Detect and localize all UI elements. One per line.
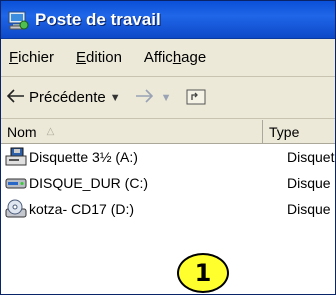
back-dropdown-icon[interactable]: ▼ — [110, 92, 121, 104]
back-label: Précédente — [29, 89, 106, 106]
sort-ascending-icon: △ — [46, 126, 55, 137]
column-header-type-label: Type — [269, 123, 300, 140]
list-item-cdrom[interactable]: kotza- CD17 (D:) Disque — [1, 196, 335, 222]
list-item-type: Disquet — [287, 149, 335, 165]
column-header-nom-label: Nom — [7, 123, 37, 140]
list-item-floppy[interactable]: Disquette 3½ (A:) Disquet — [1, 144, 335, 170]
menu-fichier[interactable]: Fichier — [7, 47, 56, 68]
forward-dropdown-icon[interactable]: ▼ — [161, 92, 172, 104]
hard-drive-icon — [5, 173, 27, 193]
step-number-callout: 1 — [177, 253, 229, 293]
list-item-harddisk[interactable]: DISQUE_DUR (C:) Disque — [1, 170, 335, 196]
forward-button[interactable]: ▼ — [135, 88, 176, 107]
up-folder-button[interactable] — [186, 87, 210, 109]
forward-arrow-icon — [135, 88, 153, 107]
menu-edition[interactable]: Edition — [74, 47, 124, 68]
window-title: Poste de travail — [35, 9, 161, 29]
column-header-nom[interactable]: Nom △ — [1, 120, 263, 143]
floppy-drive-icon — [5, 147, 27, 167]
back-button[interactable]: Précédente ▼ — [6, 88, 125, 107]
column-header-type[interactable]: Type — [263, 120, 299, 143]
explorer-window: Poste de travail Fichier Edition Afficha… — [0, 0, 336, 295]
folder-up-icon — [186, 87, 206, 109]
cd-drive-icon — [5, 199, 27, 219]
menu-affichage[interactable]: Affichage — [142, 47, 208, 68]
list-item-type: Disque — [287, 201, 331, 217]
list-item-name: kotza- CD17 (D:) — [29, 201, 135, 217]
list-headers: Nom △ Type — [1, 120, 335, 144]
back-arrow-icon — [6, 88, 25, 107]
title-bar[interactable]: Poste de travail — [1, 1, 335, 39]
list-item-type: Disque — [287, 175, 331, 191]
menu-bar: Fichier Edition Affichage — [1, 39, 335, 77]
list-item-name: DISQUE_DUR (C:) — [29, 175, 149, 191]
list-item-name: Disquette 3½ (A:) — [29, 149, 138, 165]
toolbar: Précédente ▼ ▼ — [1, 77, 335, 119]
file-list: Nom △ Type Disquette 3½ (A:) Disquet DIS… — [1, 120, 335, 294]
my-computer-icon — [7, 9, 29, 31]
